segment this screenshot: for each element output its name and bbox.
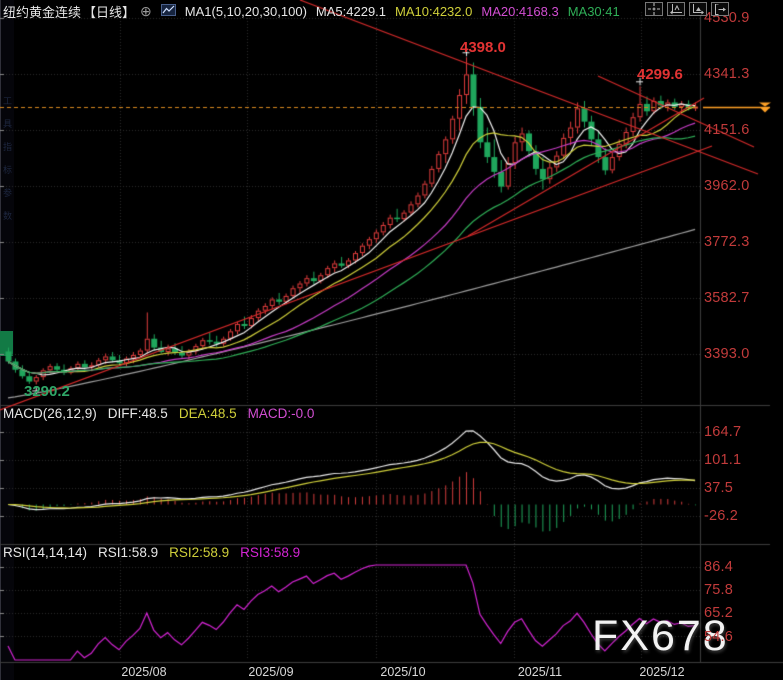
rsi-axis-tick: 75.8 [704, 582, 768, 598]
ma10-value: MA10:4232.0 [395, 4, 472, 19]
chart-header: 纽约黄金连续 【日线】 ⊕ MA1(5,10,20,30,100) MA5:42… [3, 2, 620, 21]
rsi3-value: RSI3:58.9 [240, 545, 300, 560]
price-axis-tick: 3582.7 [704, 290, 768, 306]
macd-hist-value: MACD:-0.0 [248, 406, 315, 421]
rsi-panel-header: RSI(14,14,14) RSI1:58.9 RSI2:58.9 RSI3:5… [3, 545, 300, 560]
macd-axis-tick: -26.2 [704, 508, 768, 524]
macd-axis-tick: 37.5 [704, 480, 768, 496]
date-label: 2025/12 [627, 665, 697, 679]
macd-diff-value: DIFF:48.5 [108, 406, 168, 421]
macd-axis-tick: 101.1 [704, 452, 768, 468]
chart-type-icon[interactable] [161, 4, 176, 19]
axis-scale-left-icon[interactable] [667, 2, 685, 16]
macd-param-label: MACD(26,12,9) [3, 406, 97, 421]
pan-icon[interactable] [645, 2, 663, 16]
price-axis-tick: 3962.0 [704, 178, 768, 194]
high-annotation-4398: 4398.0 [460, 39, 506, 56]
price-axis-tick: 4151.6 [704, 122, 768, 138]
chart-toolbar [645, 2, 729, 16]
date-label: 2025/10 [368, 665, 438, 679]
rsi2-value: RSI2:58.9 [169, 545, 229, 560]
date-label: 2025/09 [236, 665, 306, 679]
collapse-panel-icon[interactable] [711, 2, 729, 16]
add-indicator-icon[interactable]: ⊕ [140, 3, 152, 20]
low-annotation-3290: 3290.2 [24, 383, 70, 400]
rsi-param-label: RSI(14,14,14) [3, 545, 87, 560]
ma-group-label: MA1(5,10,20,30,100) [185, 4, 307, 19]
rsi-axis-tick: 54.6 [704, 629, 768, 645]
candlestick-chart-canvas[interactable] [0, 0, 783, 680]
price-axis-tick: 3393.0 [704, 346, 768, 362]
macd-dea-value: DEA:48.5 [179, 406, 237, 421]
price-axis-tick: 4341.3 [704, 66, 768, 82]
date-label: 2025/11 [505, 665, 575, 679]
rsi1-value: RSI1:58.9 [98, 545, 158, 560]
high-annotation-4299: 4299.6 [637, 66, 683, 83]
ma5-value: MA5:4229.1 [316, 4, 386, 19]
rsi-axis-tick: 65.2 [704, 605, 768, 621]
ma20-value: MA20:4168.3 [481, 4, 558, 19]
price-axis-tick: 3772.3 [704, 234, 768, 250]
rsi-axis-tick: 86.4 [704, 559, 768, 575]
period-label: 【日线】 [83, 2, 135, 21]
instrument-title: 纽约黄金连续 [3, 2, 81, 21]
macd-panel-header: MACD(26,12,9) DIFF:48.5 DEA:48.5 MACD:-0… [3, 406, 314, 421]
macd-axis-tick: 164.7 [704, 424, 768, 440]
ma30-value: MA30:41 [568, 4, 620, 19]
date-label: 2025/08 [109, 665, 179, 679]
axis-scale-right-icon[interactable] [689, 2, 707, 16]
gold-futures-chart-app: { "header": { "title": "纽约黄金连续", "period… [0, 0, 783, 680]
